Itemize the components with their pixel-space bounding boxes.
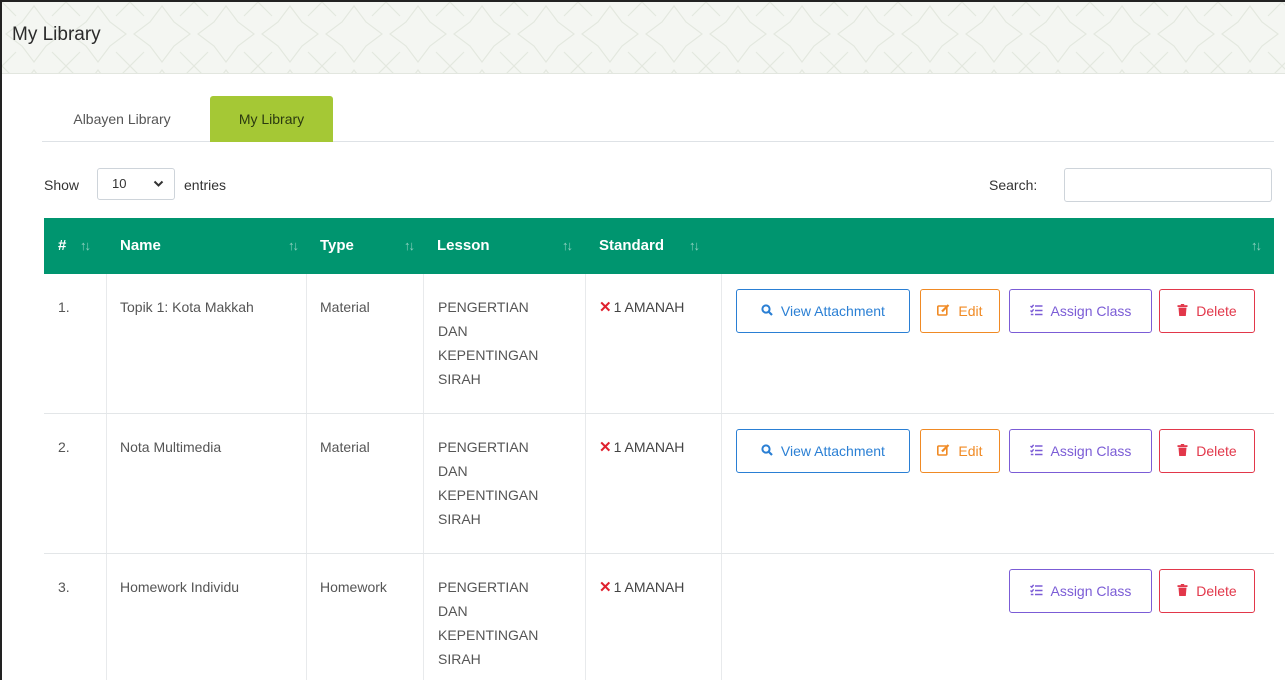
table-row: 3. Homework Individu Homework PENGERTIAN… — [44, 554, 1274, 680]
column-header-standard[interactable]: Standard ↑↓ — [585, 218, 721, 274]
cell-divider — [721, 414, 722, 553]
assign-class-button[interactable]: Assign Class — [1009, 289, 1152, 333]
cell-divider — [306, 554, 307, 680]
column-header-lesson[interactable]: Lesson ↑↓ — [423, 218, 585, 274]
entries-select[interactable]: 10 — [97, 168, 175, 200]
row-standard: ✕ 1 AMANAH — [599, 299, 685, 316]
library-tabs: Albayen Library My Library — [42, 96, 1274, 142]
trash-icon — [1177, 583, 1192, 599]
search-input[interactable] — [1064, 168, 1272, 202]
cell-divider — [306, 414, 307, 553]
sort-icon: ↑↓ — [80, 238, 91, 253]
search-icon — [761, 443, 777, 459]
row-name: Topik 1: Kota Makkah — [120, 299, 254, 315]
sort-icon: ↑↓ — [1251, 238, 1262, 253]
row-lesson: PENGERTIAN DAN KEPENTINGAN SIRAH — [438, 439, 539, 527]
sort-icon: ↑↓ — [562, 238, 573, 253]
edit-icon — [937, 443, 954, 459]
cell-divider — [585, 274, 586, 413]
search-icon — [761, 303, 777, 319]
row-type: Material — [320, 439, 370, 455]
header-pattern — [2, 2, 1285, 73]
cell-divider — [585, 554, 586, 680]
x-mark-icon: ✕ — [599, 299, 612, 316]
app-frame: My Library Albayen Library My Library Sh… — [0, 0, 1285, 680]
view-attachment-button[interactable]: View Attachment — [736, 289, 910, 333]
row-number: 2. — [58, 439, 70, 455]
edit-button[interactable]: Edit — [920, 429, 1000, 473]
row-standard: ✕ 1 AMANAH — [599, 439, 685, 456]
search-label: Search: — [989, 177, 1038, 193]
tab-my-library[interactable]: My Library — [210, 96, 333, 142]
cell-divider — [585, 414, 586, 553]
cell-divider — [721, 554, 722, 680]
delete-button[interactable]: Delete — [1159, 429, 1255, 473]
edit-button[interactable]: Edit — [920, 289, 1000, 333]
sort-icon: ↑↓ — [689, 238, 700, 253]
row-type: Material — [320, 299, 370, 315]
cell-divider — [106, 554, 107, 680]
column-header-name[interactable]: Name ↑↓ — [106, 218, 306, 274]
column-header-actions[interactable]: ↑↓ — [721, 218, 1274, 274]
edit-icon — [937, 303, 954, 319]
cell-divider — [423, 414, 424, 553]
view-attachment-button[interactable]: View Attachment — [736, 429, 910, 473]
library-table: # ↑↓ Name ↑↓ Type ↑↓ Lesson ↑↓ Standard … — [44, 218, 1274, 680]
cell-divider — [106, 274, 107, 413]
cell-divider — [423, 274, 424, 413]
row-standard: ✕ 1 AMANAH — [599, 579, 685, 596]
assign-class-button[interactable]: Assign Class — [1009, 569, 1152, 613]
x-mark-icon: ✕ — [599, 579, 612, 596]
row-lesson: PENGERTIAN DAN KEPENTINGAN SIRAH — [438, 579, 539, 667]
show-label: Show — [44, 177, 80, 193]
list-check-icon — [1029, 443, 1047, 459]
cell-divider — [306, 274, 307, 413]
assign-class-button[interactable]: Assign Class — [1009, 429, 1152, 473]
cell-divider — [423, 554, 424, 680]
row-number: 3. — [58, 579, 70, 595]
delete-button[interactable]: Delete — [1159, 569, 1255, 613]
entries-label: entries — [184, 177, 227, 193]
chevron-down-icon — [153, 169, 164, 210]
sort-icon: ↑↓ — [288, 238, 299, 253]
trash-icon — [1177, 303, 1192, 319]
entries-select-value: 10 — [112, 176, 127, 191]
list-check-icon — [1029, 583, 1047, 599]
row-type: Homework — [320, 579, 387, 595]
row-number: 1. — [58, 299, 70, 315]
row-lesson: PENGERTIAN DAN KEPENTINGAN SIRAH — [438, 299, 539, 387]
table-row: 1. Topik 1: Kota Makkah Material PENGERT… — [44, 274, 1274, 414]
tab-albayen-library[interactable]: Albayen Library — [42, 96, 202, 142]
page-title: My Library — [12, 24, 101, 45]
table-row: 2. Nota Multimedia Material PENGERTIAN D… — [44, 414, 1274, 554]
x-mark-icon: ✕ — [599, 439, 612, 456]
cell-divider — [721, 274, 722, 413]
row-name: Nota Multimedia — [120, 439, 222, 455]
table-header: # ↑↓ Name ↑↓ Type ↑↓ Lesson ↑↓ Standard … — [44, 218, 1274, 274]
column-header-type[interactable]: Type ↑↓ — [306, 218, 423, 274]
trash-icon — [1177, 443, 1192, 459]
list-check-icon — [1029, 303, 1047, 319]
cell-divider — [106, 414, 107, 553]
delete-button[interactable]: Delete — [1159, 289, 1255, 333]
column-header-number[interactable]: # ↑↓ — [44, 218, 106, 274]
page-header: My Library — [2, 2, 1285, 74]
sort-icon: ↑↓ — [404, 238, 415, 253]
row-name: Homework Individu — [120, 579, 240, 595]
